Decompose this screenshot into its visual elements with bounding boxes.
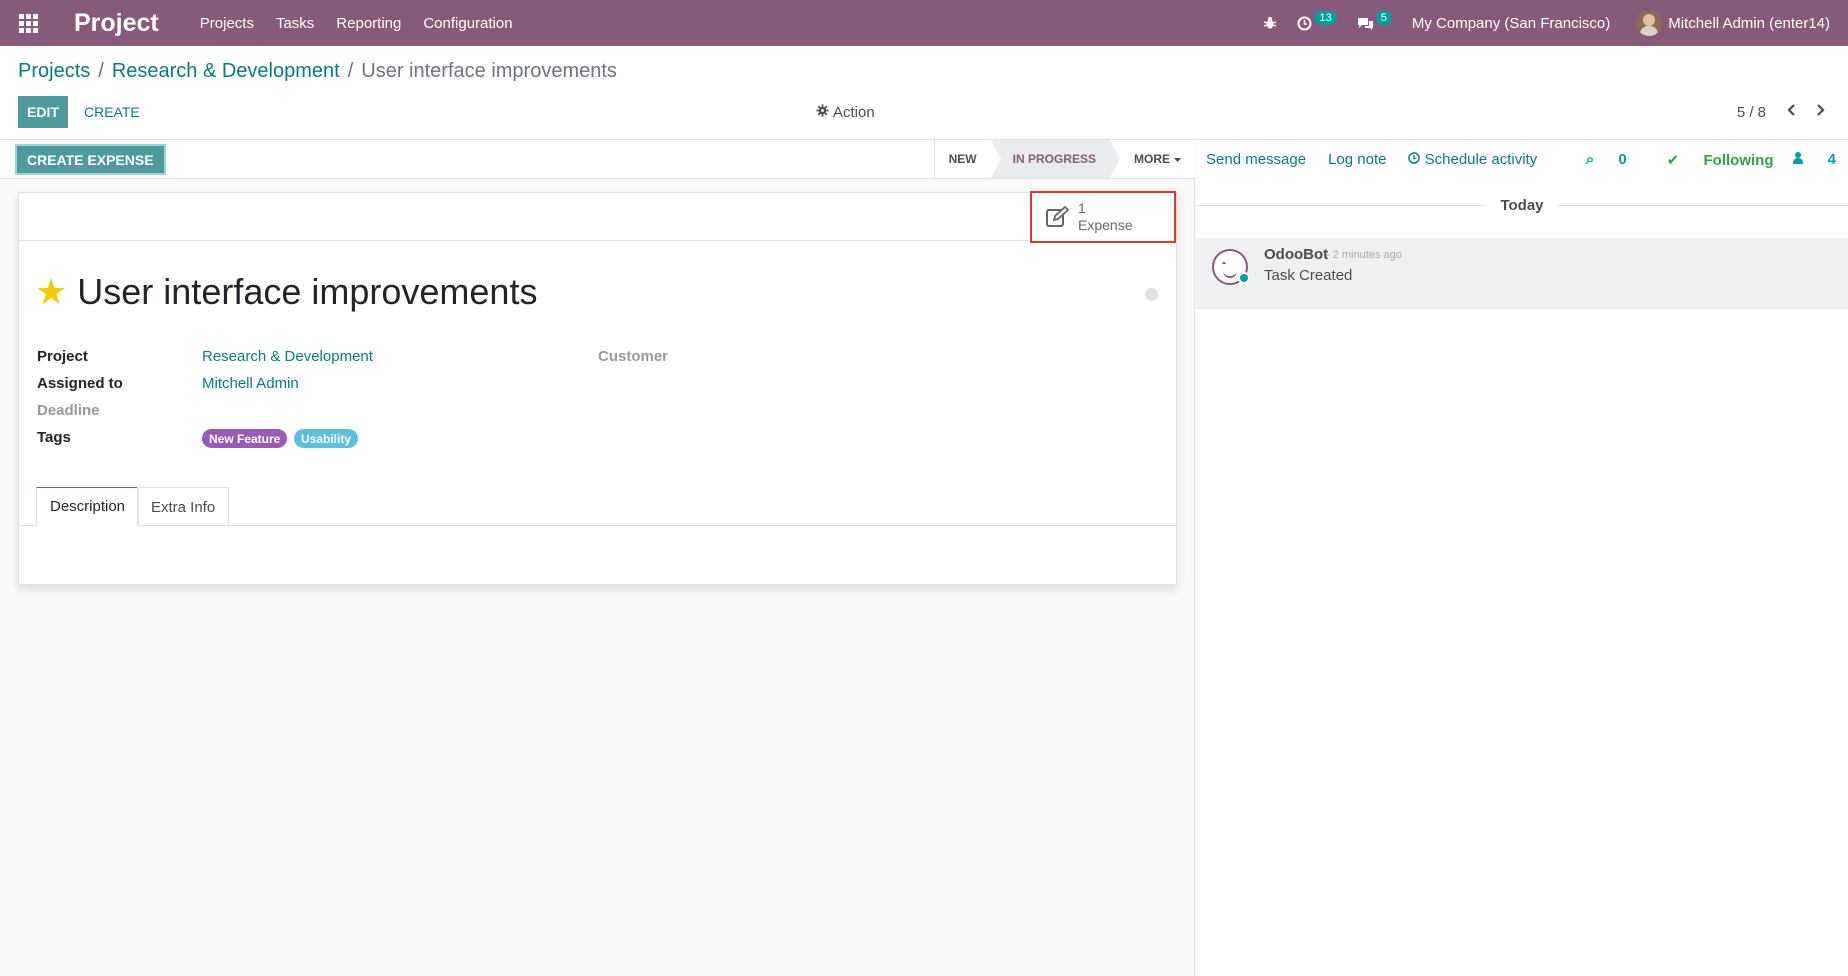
expense-stat-button[interactable]: 1 Expense xyxy=(1030,191,1176,243)
stage-more-dropdown[interactable]: MORE xyxy=(1110,140,1195,178)
user-avatar xyxy=(1636,10,1663,36)
menu-projects[interactable]: Projects xyxy=(200,15,254,32)
gear-icon xyxy=(816,103,829,121)
apps-menu-icon[interactable] xyxy=(0,0,56,46)
message-author[interactable]: OdooBot xyxy=(1264,246,1328,263)
attachments-count: 0 xyxy=(1618,151,1627,168)
pager: 5 / 8 xyxy=(1737,96,1826,128)
expense-label: Expense xyxy=(1078,217,1133,233)
tags-label: Tags xyxy=(37,429,71,446)
menu-tasks[interactable]: Tasks xyxy=(276,15,314,32)
task-title: User interface improvements xyxy=(77,271,538,312)
schedule-activity-button[interactable]: Schedule activity xyxy=(1408,151,1537,168)
assigned-value[interactable]: Mitchell Admin xyxy=(202,375,299,392)
customer-label: Customer xyxy=(598,348,669,365)
expense-count: 1 xyxy=(1078,200,1086,216)
send-message-button[interactable]: Send message xyxy=(1206,151,1306,168)
pager-value[interactable]: 5 / 8 xyxy=(1737,104,1766,121)
attachments-button[interactable]: ⌕ 0 xyxy=(1566,151,1627,168)
message-item: OdooBot - 2 minutes ago Task Created xyxy=(1196,238,1848,309)
top-navbar: Project Projects Tasks Reporting Configu… xyxy=(0,0,1848,46)
notebook-tabs: Description Extra Info xyxy=(19,487,1176,526)
activity-count-badge: 13 xyxy=(1314,11,1337,25)
tab-description[interactable]: Description xyxy=(36,487,140,526)
message-time: - 2 minutes ago xyxy=(1326,249,1402,261)
edit-button[interactable]: EDIT xyxy=(18,96,68,128)
heart-icon xyxy=(1238,272,1250,284)
kanban-state-indicator[interactable] xyxy=(1145,288,1158,301)
followers-button[interactable]: 4 xyxy=(1793,151,1836,168)
date-separator: Today xyxy=(1196,195,1848,215)
assigned-label: Assigned to xyxy=(37,375,123,392)
deadline-label: Deadline xyxy=(37,402,100,419)
menu-configuration[interactable]: Configuration xyxy=(423,15,512,32)
chevron-right-icon[interactable] xyxy=(1816,103,1826,121)
app-name: Project xyxy=(74,8,159,37)
button-box: 1 Expense xyxy=(19,191,1176,243)
star-icon[interactable]: ★ xyxy=(35,274,67,310)
menu-reporting[interactable]: Reporting xyxy=(336,15,401,32)
title-row: ★ User interface improvements xyxy=(35,271,537,313)
user-icon xyxy=(1793,152,1804,164)
message-body: Task Created xyxy=(1264,267,1353,284)
following-button[interactable]: ✔ Following xyxy=(1647,151,1774,169)
stage-in-progress[interactable]: IN PROGRESS xyxy=(990,140,1121,178)
action-menu-button[interactable]: Action xyxy=(816,96,875,128)
edit-icon xyxy=(1046,206,1070,227)
user-name: Mitchell Admin (enter14) xyxy=(1668,14,1830,32)
tag-usability[interactable]: Usability xyxy=(294,429,359,448)
create-button[interactable]: CREATE xyxy=(84,96,140,128)
clock-icon xyxy=(1408,152,1421,164)
chevron-left-icon[interactable] xyxy=(1786,103,1796,121)
tab-extra-info[interactable]: Extra Info xyxy=(137,487,230,526)
form-area: CREATE EXPENSE NEW IN PROGRESS MORE 1 Ex… xyxy=(0,140,1195,976)
project-value[interactable]: Research & Development xyxy=(202,348,373,365)
action-label: Action xyxy=(833,103,875,121)
breadcrumb-current: User interface improvements xyxy=(361,60,617,82)
breadcrumb-projects[interactable]: Projects xyxy=(18,60,90,82)
paperclip-icon: ⌕ xyxy=(1585,151,1595,168)
message-count-badge: 5 xyxy=(1375,11,1392,25)
company-switcher[interactable]: My Company (San Francisco) xyxy=(1412,15,1610,32)
log-note-button[interactable]: Log note xyxy=(1328,151,1386,168)
caret-down-icon xyxy=(1174,152,1181,166)
schedule-activity-label: Schedule activity xyxy=(1424,151,1538,168)
stage-new[interactable]: NEW xyxy=(935,140,991,178)
check-icon: ✔ xyxy=(1666,151,1680,169)
followers-count: 4 xyxy=(1827,151,1836,168)
user-menu[interactable]: Mitchell Admin (enter14) xyxy=(1636,10,1830,36)
chatter-topbar: Send message Log note Schedule activity … xyxy=(1196,140,1848,179)
tag-new-feature[interactable]: New Feature xyxy=(202,429,288,448)
date-separator-label: Today xyxy=(1500,196,1544,214)
control-panel: Projects / Research & Development / User int… xyxy=(0,46,1848,140)
statusbar: CREATE EXPENSE NEW IN PROGRESS MORE xyxy=(0,140,1195,179)
messages-icon[interactable]: 5 xyxy=(1357,11,1392,31)
bug-icon[interactable] xyxy=(1263,16,1277,30)
project-label: Project xyxy=(37,348,88,365)
following-label: Following xyxy=(1703,151,1774,169)
stage-bar: NEW IN PROGRESS MORE xyxy=(933,140,1195,178)
activity-clock-icon[interactable]: 13 xyxy=(1297,11,1337,31)
breadcrumb: Projects / Research & Development / User int… xyxy=(18,60,617,82)
form-sheet: 1 Expense ★ User interface improvements … xyxy=(18,191,1177,585)
create-expense-button[interactable]: CREATE EXPENSE xyxy=(17,146,164,173)
stage-more-label: MORE xyxy=(1134,152,1170,166)
chatter: Send message Log note Schedule activity … xyxy=(1196,140,1848,976)
breadcrumb-project[interactable]: Research & Development xyxy=(112,60,340,82)
chatter-followers-area: ⌕ 0 ✔ Following 4 xyxy=(1546,140,1836,179)
